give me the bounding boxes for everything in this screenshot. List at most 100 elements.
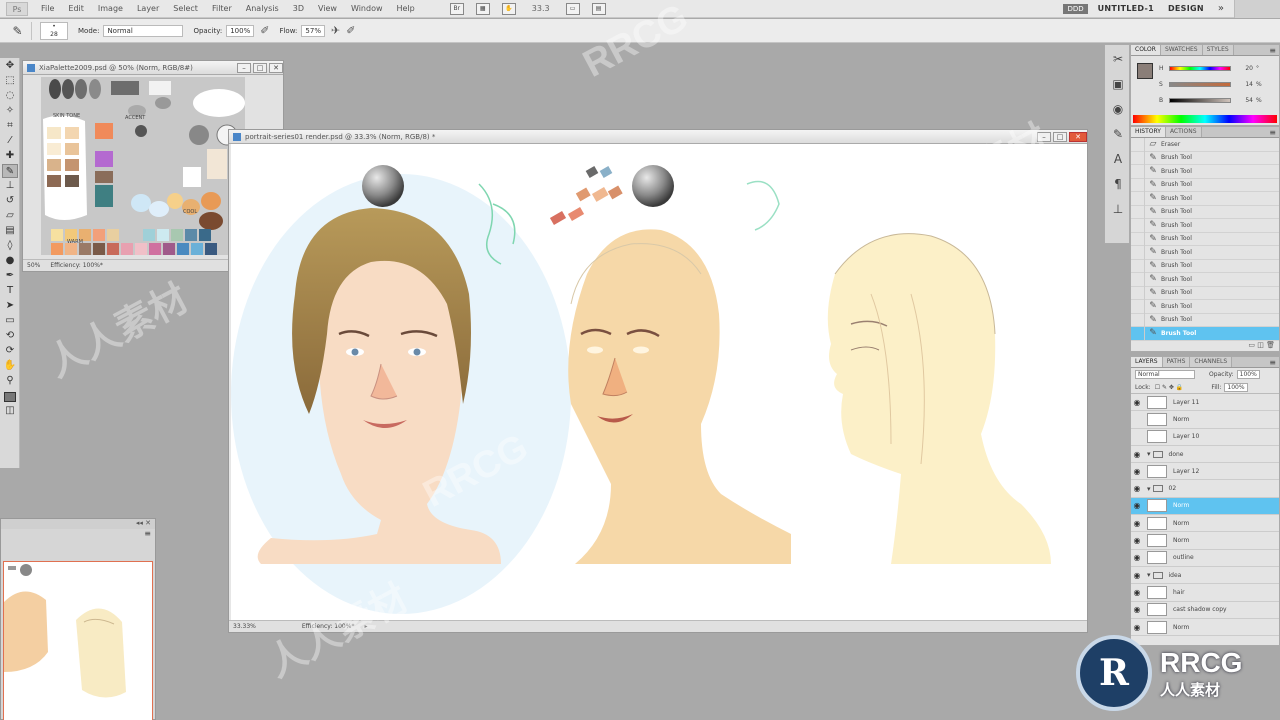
close-button[interactable]: ✕ bbox=[269, 62, 283, 73]
visibility-eye-icon[interactable]: ◉ bbox=[1131, 484, 1143, 493]
menu-3d[interactable]: 3D bbox=[286, 0, 311, 18]
status-menu-arrow-icon[interactable]: ▸ bbox=[364, 623, 367, 630]
history-item[interactable]: ✎ Brush Tool bbox=[1131, 326, 1279, 341]
history-item[interactable]: ✎ Brush Tool bbox=[1131, 272, 1279, 287]
minimize-button[interactable]: – bbox=[237, 62, 251, 73]
hue-value[interactable]: 20 bbox=[1237, 65, 1253, 72]
layer-row[interactable]: ◉ Layer 12 bbox=[1131, 463, 1279, 481]
pen-tool-icon[interactable]: ✒ bbox=[2, 269, 18, 283]
history-brush-tool-icon[interactable]: ↺ bbox=[2, 194, 18, 208]
eyedropper-tool-icon[interactable]: ⁄ bbox=[2, 134, 18, 148]
crop-tool-icon[interactable]: ⌗ bbox=[2, 119, 18, 133]
visibility-eye-icon[interactable]: ◉ bbox=[1131, 588, 1143, 597]
lock-icons[interactable]: ☐ ✎ ✥ 🔒 bbox=[1155, 384, 1184, 391]
bridge-icon[interactable]: Br bbox=[449, 2, 464, 15]
visibility-eye-icon[interactable]: ◉ bbox=[1131, 467, 1143, 476]
history-item[interactable]: ✎ Brush Tool bbox=[1131, 191, 1279, 206]
visibility-eye-icon[interactable]: ◉ bbox=[1131, 605, 1143, 614]
history-source-checkbox[interactable] bbox=[1131, 151, 1145, 165]
history-item[interactable]: ✎ Brush Tool bbox=[1131, 313, 1279, 327]
gradient-tool-icon[interactable]: ▤ bbox=[2, 224, 18, 238]
palette-document-titlebar[interactable]: XiaPalette2009.psd @ 50% (Norm, RGB/8#) … bbox=[23, 61, 283, 75]
visibility-eye-icon[interactable]: ◉ bbox=[1131, 571, 1143, 580]
visibility-eye-icon[interactable]: ◉ bbox=[1131, 501, 1143, 510]
minimize-button[interactable]: – bbox=[1037, 131, 1051, 142]
workspace-untitled[interactable]: UNTITLED-1 bbox=[1098, 4, 1154, 13]
hand-tool-icon[interactable]: ✋ bbox=[2, 359, 18, 373]
airbrush-icon[interactable]: ✈ bbox=[331, 24, 340, 37]
history-item[interactable]: ✎ Brush Tool bbox=[1131, 164, 1279, 179]
layer-row[interactable]: ◉ cast shadow copy bbox=[1131, 602, 1279, 619]
main-zoom[interactable]: 33.33% bbox=[233, 623, 256, 630]
clone-stamp-tool-icon[interactable]: ⊥ bbox=[2, 179, 18, 193]
saturation-slider[interactable] bbox=[1169, 81, 1231, 87]
pressure-opacity-icon[interactable]: ✐ bbox=[260, 24, 269, 37]
group-expand-icon[interactable]: ▾ bbox=[1147, 450, 1151, 458]
panel-menu-icon[interactable]: ≡ bbox=[1269, 46, 1279, 55]
hue-slider[interactable] bbox=[1169, 65, 1231, 71]
marquee-tool-icon[interactable]: ⬚ bbox=[2, 74, 18, 88]
history-item[interactable]: ✎ Brush Tool bbox=[1131, 151, 1279, 165]
history-item[interactable]: ✎ Brush Tool bbox=[1131, 232, 1279, 246]
3d-camera-tool-icon[interactable]: ⟳ bbox=[2, 344, 18, 358]
hand-tool-icon[interactable]: ✋ bbox=[501, 2, 516, 15]
panel-menu-icon[interactable]: ≡ bbox=[1269, 358, 1279, 367]
panel-menu-icon[interactable]: ≡ bbox=[1269, 128, 1279, 137]
arrange-documents-icon[interactable]: ▦ bbox=[475, 2, 490, 15]
info-icon[interactable]: ◉ bbox=[1107, 98, 1129, 120]
foreground-color-swatch[interactable] bbox=[4, 392, 16, 402]
history-source-checkbox[interactable] bbox=[1131, 259, 1145, 273]
visibility-eye-icon[interactable]: ◉ bbox=[1131, 398, 1143, 407]
history-source-checkbox[interactable] bbox=[1131, 232, 1145, 246]
navigator-collapse-icon[interactable]: ◂◂ ✕ bbox=[1, 519, 155, 529]
navigator-icon[interactable]: ▣ bbox=[1107, 73, 1129, 95]
layer-opacity-field[interactable]: 100% bbox=[1236, 370, 1260, 379]
history-source-checkbox[interactable] bbox=[1131, 218, 1145, 232]
clone-source-icon[interactable]: ⊥ bbox=[1107, 198, 1129, 220]
brightness-slider[interactable] bbox=[1169, 97, 1231, 103]
menu-edit[interactable]: Edit bbox=[61, 0, 91, 18]
lasso-tool-icon[interactable]: ◌ bbox=[2, 89, 18, 103]
visibility-eye-icon[interactable]: ◉ bbox=[1131, 536, 1143, 545]
main-canvas[interactable] bbox=[231, 144, 1087, 620]
history-source-checkbox[interactable] bbox=[1131, 313, 1145, 327]
history-source-checkbox[interactable] bbox=[1131, 326, 1145, 340]
layer-row[interactable]: Norm bbox=[1131, 411, 1279, 429]
palette-zoom[interactable]: 50% bbox=[27, 262, 40, 269]
extras-icon[interactable]: ▤ bbox=[591, 2, 606, 15]
menu-image[interactable]: Image bbox=[91, 0, 130, 18]
zoom-level[interactable]: 33.3 bbox=[532, 4, 550, 13]
brushes-icon[interactable]: ✎ bbox=[1107, 123, 1129, 145]
history-item[interactable]: ✎ Brush Tool bbox=[1131, 205, 1279, 219]
brush-tool-preset-icon[interactable]: ✎ bbox=[4, 21, 32, 40]
visibility-eye-icon[interactable]: ◉ bbox=[1131, 450, 1143, 459]
layer-row[interactable]: ◉ Norm bbox=[1131, 515, 1279, 533]
brightness-value[interactable]: 54 bbox=[1237, 97, 1253, 104]
visibility-eye-icon[interactable]: ◉ bbox=[1131, 519, 1143, 528]
history-source-checkbox[interactable] bbox=[1131, 205, 1145, 219]
maximize-button[interactable]: □ bbox=[1053, 131, 1067, 142]
layer-row[interactable]: ◉ hair bbox=[1131, 584, 1279, 602]
workspace-more-icon[interactable]: » bbox=[1218, 3, 1224, 14]
mode-select[interactable]: Normal bbox=[103, 24, 184, 37]
history-source-checkbox[interactable] bbox=[1131, 164, 1145, 178]
menu-view[interactable]: View bbox=[311, 0, 344, 18]
menu-layer[interactable]: Layer bbox=[130, 0, 166, 18]
history-item[interactable]: ✎ Brush Tool bbox=[1131, 286, 1279, 300]
history-source-checkbox[interactable] bbox=[1131, 178, 1145, 192]
tab-paths[interactable]: PATHS bbox=[1162, 357, 1191, 367]
layer-row[interactable]: Layer 10 bbox=[1131, 429, 1279, 446]
tab-actions[interactable]: ACTIONS bbox=[1165, 127, 1202, 137]
blur-tool-icon[interactable]: ◊ bbox=[2, 239, 18, 253]
history-item[interactable]: ✎ Brush Tool bbox=[1131, 299, 1279, 314]
group-expand-icon[interactable]: ▾ bbox=[1147, 485, 1151, 493]
layer-group-row[interactable]: ◉ ▾ idea bbox=[1131, 567, 1279, 585]
workspace-chip[interactable]: DDD bbox=[1063, 3, 1088, 14]
main-document-titlebar[interactable]: portrait-series01 render.psd @ 33.3% (No… bbox=[229, 130, 1087, 144]
fill-field[interactable]: 100% bbox=[1224, 382, 1248, 392]
eraser-tool-icon[interactable]: ▱ bbox=[2, 209, 18, 223]
3d-rotate-tool-icon[interactable]: ⟲ bbox=[2, 329, 18, 343]
type-tool-icon[interactable]: T bbox=[2, 284, 18, 298]
menu-help[interactable]: Help bbox=[390, 0, 422, 18]
screen-mode-icon[interactable]: ▭ bbox=[565, 2, 580, 15]
